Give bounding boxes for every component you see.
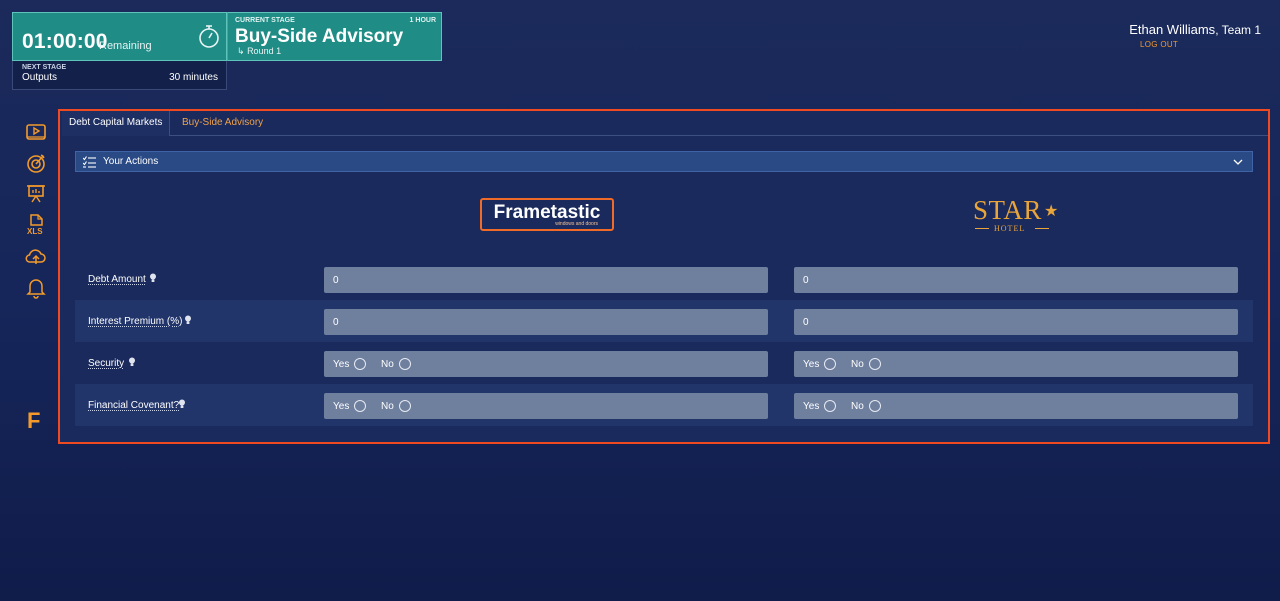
covenant-no-radio[interactable] [869, 400, 881, 412]
star-hotel-rule-left [975, 228, 989, 229]
security-radio-group-star-hotel: Yes No [794, 351, 1238, 377]
lightbulb-icon[interactable] [178, 399, 186, 409]
interest-premium-input-frametastic[interactable] [324, 309, 768, 335]
user-team: , Team 1 [1215, 23, 1261, 37]
radio-yes-label: Yes [333, 401, 350, 412]
brand-logo: F [27, 410, 43, 432]
xls-label: XLS [27, 227, 43, 236]
interest-premium-label: Interest Premium (%) [88, 316, 183, 327]
tab-buy-side-advisory[interactable]: Buy-Side Advisory [175, 111, 270, 136]
left-rail: XLS [24, 120, 48, 306]
financial-covenant-label: Financial Covenant? [88, 400, 180, 411]
security-no-radio[interactable] [399, 358, 411, 370]
form-row-financial-covenant: Financial Covenant? Yes No Yes No [75, 384, 1253, 426]
brand-letter: F [27, 408, 41, 433]
financial-covenant-radio-group-frametastic: Yes No [324, 393, 768, 419]
radio-yes-label: Yes [333, 359, 350, 370]
form-row-security: Security Yes No Yes No [75, 342, 1253, 384]
chevron-down-icon[interactable] [1233, 157, 1243, 167]
debt-amount-input-star-hotel[interactable] [794, 267, 1238, 293]
current-stage-title: Buy-Side Advisory [235, 26, 404, 47]
stage-timer: 01:00:00 Remaining CURRENT STAGE 1 HOUR … [12, 12, 442, 90]
your-actions-label: Your Actions [103, 156, 159, 167]
lightbulb-icon[interactable] [128, 357, 136, 367]
frametastic-logo: Frametastic windows and doors [480, 198, 614, 231]
radio-no-label: No [851, 401, 864, 412]
next-stage-caption: NEXT STAGE [22, 64, 67, 71]
round-return-icon: ↳ [237, 46, 245, 56]
timer-remaining-label: Remaining [99, 40, 152, 52]
interest-premium-input-star-hotel[interactable] [794, 309, 1238, 335]
current-stage-box: CURRENT STAGE 1 HOUR Buy-Side Advisory ↳… [227, 12, 442, 61]
next-stage-name: Outputs [22, 72, 58, 83]
security-yes-radio[interactable] [824, 358, 836, 370]
target-icon[interactable] [24, 151, 48, 175]
covenant-no-radio[interactable] [399, 400, 411, 412]
xls-icon[interactable]: XLS [24, 213, 48, 237]
radio-no-label: No [381, 401, 394, 412]
presentation-icon[interactable] [24, 182, 48, 206]
star-hotel-sub: HOTEL [994, 224, 1026, 233]
radio-yes-label: Yes [803, 401, 820, 412]
lightbulb-icon[interactable] [149, 273, 157, 283]
financial-covenant-radio-group-star-hotel: Yes No [794, 393, 1238, 419]
current-stage-caption: CURRENT STAGE [235, 17, 295, 24]
debt-amount-label: Debt Amount [88, 274, 146, 285]
tab-bar: Debt Capital Markets Buy-Side Advisory [62, 111, 1268, 136]
star-hotel-logo: STAR ★ HOTEL [973, 195, 1063, 235]
security-radio-group-frametastic: Yes No [324, 351, 768, 377]
cloud-upload-icon[interactable] [24, 244, 48, 268]
star-icon: ★ [1044, 203, 1059, 220]
covenant-yes-radio[interactable] [824, 400, 836, 412]
tab-debt-capital-markets[interactable]: Debt Capital Markets [62, 111, 171, 136]
radio-yes-label: Yes [803, 359, 820, 370]
timer-box: 01:00:00 Remaining [12, 12, 227, 61]
next-stage-duration: 30 minutes [169, 72, 218, 83]
timer-value: 01:00:00 [22, 30, 108, 53]
form-row-debt-amount: Debt Amount [75, 259, 1253, 301]
checklist-icon [83, 156, 96, 168]
form-row-interest-premium: Interest Premium (%) [75, 300, 1253, 342]
next-stage-box: NEXT STAGE Outputs 30 minutes [12, 61, 227, 90]
logout-link[interactable]: LOG OUT [1140, 40, 1178, 49]
star-hotel-rule-right [1035, 228, 1049, 229]
security-no-radio[interactable] [869, 358, 881, 370]
current-stage-duration: 1 HOUR [409, 17, 436, 24]
star-hotel-name: STAR [973, 195, 1042, 225]
covenant-yes-radio[interactable] [354, 400, 366, 412]
radio-no-label: No [851, 359, 864, 370]
lightbulb-icon[interactable] [184, 315, 192, 325]
radio-no-label: No [381, 359, 394, 370]
round-label: Round 1 [247, 46, 282, 56]
debt-amount-input-frametastic[interactable] [324, 267, 768, 293]
bell-icon[interactable] [24, 275, 48, 299]
your-actions-bar[interactable]: Your Actions [75, 151, 1253, 172]
security-yes-radio[interactable] [354, 358, 366, 370]
frametastic-tagline: windows and doors [555, 221, 598, 227]
security-label: Security [88, 358, 125, 369]
video-icon[interactable] [24, 120, 48, 144]
stopwatch-icon [199, 25, 219, 48]
main-panel: Debt Capital Markets Buy-Side Advisory Y… [58, 109, 1270, 444]
user-info: Ethan Williams, Team 1 [1129, 21, 1261, 39]
current-stage-round: ↳ Round 1 [237, 46, 281, 57]
user-name: Ethan Williams [1129, 22, 1216, 37]
